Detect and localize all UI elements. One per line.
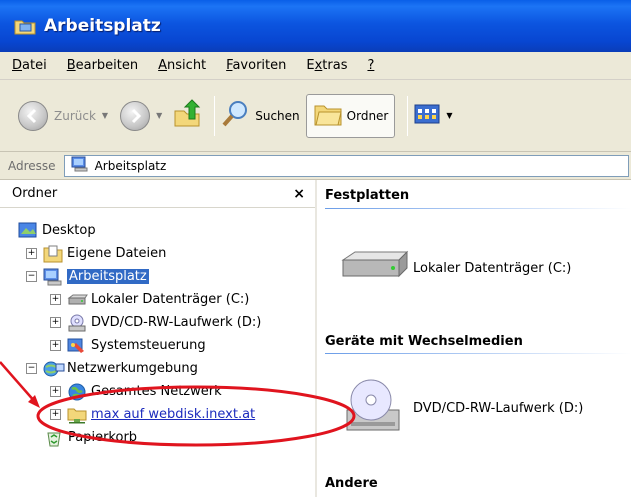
tree-label: Papierkorb [68, 430, 138, 445]
collapse-icon[interactable]: − [26, 271, 37, 282]
computer-icon [43, 268, 63, 286]
up-folder-button[interactable] [172, 94, 202, 138]
back-arrow-icon [18, 100, 48, 131]
tree-item-network-places[interactable]: − Netzwerkumgebung [26, 358, 198, 379]
drive-label: Lokaler Datenträger (C:) [413, 260, 572, 276]
computer-icon [71, 156, 89, 175]
tree-item-local-disk[interactable]: + Lokaler Datenträger (C:) [50, 289, 249, 310]
dvd-drive-icon [341, 376, 405, 440]
tree-item-eigene-dateien[interactable]: + Eigene Dateien [26, 243, 166, 264]
window-title: Arbeitsplatz [44, 16, 161, 36]
address-value: Arbeitsplatz [94, 158, 167, 173]
drive-item-dvd[interactable]: DVD/CD-RW-Laufwerk (D:) [341, 376, 583, 440]
views-dropdown-icon[interactable]: ▼ [446, 111, 452, 120]
back-button[interactable]: Zurück ▼ [18, 94, 108, 138]
network-icon [43, 360, 65, 378]
back-dropdown-icon[interactable]: ▼ [102, 111, 108, 120]
section-divider [325, 353, 631, 354]
address-field[interactable]: Arbeitsplatz [63, 154, 629, 177]
drive-label: DVD/CD-RW-Laufwerk (D:) [413, 400, 584, 416]
tree-label: Eigene Dateien [67, 246, 167, 261]
tree-label: Systemsteuerung [91, 338, 206, 353]
tree-label: Lokaler Datenträger (C:) [91, 292, 250, 307]
title-bar[interactable]: Arbeitsplatz [0, 0, 631, 52]
expand-icon[interactable]: + [50, 386, 61, 397]
tree-item-entire-network[interactable]: + Gesamtes Netzwerk [50, 381, 222, 402]
tree-item-control-panel[interactable]: + Systemsteuerung [50, 335, 206, 356]
menu-bar: Datei Bearbeiten Ansicht Favoriten Extra… [0, 52, 631, 80]
forward-arrow-icon [120, 100, 151, 131]
documents-folder-icon [43, 245, 63, 263]
expand-icon[interactable]: + [50, 294, 61, 305]
folders-panel: Ordner × Desktop + Eigene Dateien − Arbe… [0, 180, 317, 497]
search-label: Suchen [255, 108, 300, 123]
expand-icon[interactable]: + [26, 248, 37, 259]
menu-help[interactable]: ? [367, 58, 374, 73]
dvd-drive-icon [67, 314, 87, 332]
views-button[interactable]: ▼ [414, 94, 453, 138]
section-title-andere: Andere [325, 476, 378, 491]
folder-computer-icon [14, 17, 36, 35]
menu-datei[interactable]: Datei [12, 58, 47, 73]
expand-icon[interactable]: + [50, 409, 61, 420]
menu-extras[interactable]: Extras [306, 58, 347, 73]
toolbar: Zurück ▼ ▼ Suchen Ordner ▼ [0, 80, 631, 152]
folder-up-icon [172, 99, 202, 132]
collapse-icon[interactable]: − [26, 363, 37, 374]
tree-label: max auf webdisk.inext.at [91, 407, 256, 422]
expand-icon[interactable]: + [50, 317, 61, 328]
hard-drive-icon [339, 246, 409, 290]
tree-item-arbeitsplatz[interactable]: − Arbeitsplatz [26, 266, 149, 287]
folders-icon [313, 100, 343, 131]
tree-label: Desktop [42, 223, 96, 238]
menu-ansicht[interactable]: Ansicht [158, 58, 206, 73]
toolbar-separator [407, 95, 409, 136]
views-icon [414, 104, 440, 127]
menu-favoriten[interactable]: Favoriten [226, 58, 286, 73]
content-panel: Festplatten Lokaler Datenträger (C:) Ger… [319, 180, 631, 497]
desktop-icon [18, 222, 38, 240]
recycle-bin-icon [44, 429, 64, 447]
menu-bearbeiten[interactable]: Bearbeiten [67, 58, 138, 73]
control-panel-icon [67, 337, 87, 355]
tree-item-desktop[interactable]: Desktop [18, 220, 96, 241]
hard-drive-icon [67, 291, 88, 309]
tree-label: DVD/CD-RW-Laufwerk (D:) [91, 315, 262, 330]
tree-label: Gesamtes Netzwerk [91, 384, 222, 399]
folders-panel-title: Ordner [12, 186, 58, 201]
tree-item-dvd-drive[interactable]: + DVD/CD-RW-Laufwerk (D:) [50, 312, 261, 333]
section-title-festplatten: Festplatten [325, 188, 410, 203]
forward-button[interactable]: ▼ [120, 94, 162, 138]
folders-label: Ordner [346, 108, 389, 123]
network-folder-icon [67, 406, 87, 424]
section-divider [325, 208, 631, 209]
tree-item-recycle-bin[interactable]: Papierkorb [44, 427, 137, 448]
folders-button[interactable]: Ordner [305, 93, 396, 138]
section-title-removable: Geräte mit Wechselmedien [325, 334, 523, 349]
back-label: Zurück [54, 108, 96, 123]
close-icon[interactable]: × [293, 186, 305, 202]
expand-icon[interactable]: + [50, 340, 61, 351]
search-icon [221, 99, 251, 132]
address-bar: Adresse Arbeitsplatz [0, 152, 631, 180]
globe-icon [67, 383, 87, 401]
address-label: Adresse [8, 158, 56, 173]
tree-label: Arbeitsplatz [67, 269, 149, 284]
search-button[interactable]: Suchen [221, 94, 300, 138]
forward-dropdown-icon[interactable]: ▼ [156, 111, 162, 120]
folders-panel-header: Ordner × [0, 180, 315, 208]
drive-item-local-disk[interactable]: Lokaler Datenträger (C:) [339, 246, 571, 290]
tree-label: Netzwerkumgebung [67, 361, 198, 376]
toolbar-separator [214, 95, 216, 136]
tree-item-webdisk[interactable]: + max auf webdisk.inext.at [50, 404, 255, 425]
